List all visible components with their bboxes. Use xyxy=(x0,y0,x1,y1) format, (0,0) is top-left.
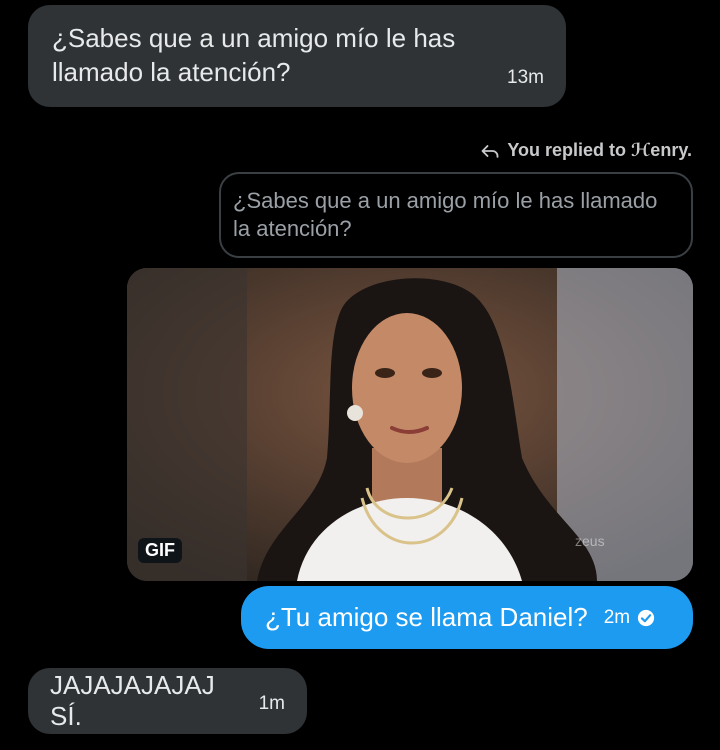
message-time: 1m xyxy=(258,693,285,714)
gif-watermark: zeus xyxy=(575,533,605,549)
gif-media[interactable]: zeus xyxy=(127,268,693,581)
message-outgoing[interactable]: ¿Tu amigo se llama Daniel? 2m xyxy=(241,586,693,649)
message-incoming-2[interactable]: JAJAJAJAJAJ SÍ. 1m xyxy=(28,668,307,734)
reply-notice: You replied to ℋenry. xyxy=(479,140,692,161)
check-circle-icon xyxy=(638,609,655,626)
gif-badge: GIF xyxy=(138,538,182,563)
gif-image: zeus xyxy=(127,268,693,581)
message-incoming-1[interactable]: ¿Sabes que a un amigo mío le has llamado… xyxy=(28,5,566,107)
reply-arrow-icon xyxy=(481,144,499,158)
reply-notice-text: You replied to ℋenry. xyxy=(507,140,692,160)
message-text: ¿Tu amigo se llama Daniel? xyxy=(265,602,588,632)
message-time: 13m xyxy=(507,67,544,88)
message-text: ¿Sabes que a un amigo mío le has llamado… xyxy=(52,23,456,87)
message-time: 2m xyxy=(603,606,631,628)
message-text: JAJAJAJAJAJ SÍ. xyxy=(50,670,215,731)
quoted-message[interactable]: ¿Sabes que a un amigo mío le has llamado… xyxy=(219,172,693,258)
